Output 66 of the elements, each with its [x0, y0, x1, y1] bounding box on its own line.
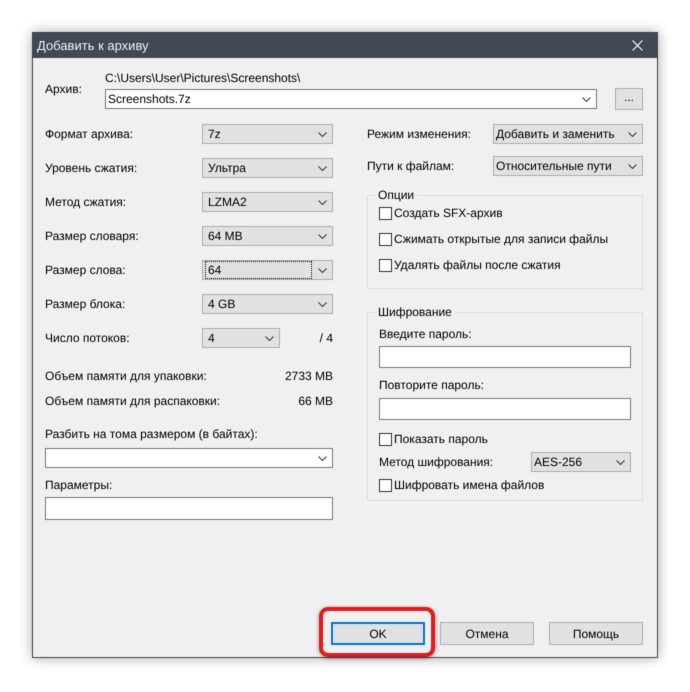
- password-field[interactable]: [379, 398, 631, 420]
- chevron-icon: [628, 132, 637, 136]
- dialog-button[interactable]: Отмена: [440, 622, 534, 645]
- chevron-icon: [265, 336, 274, 340]
- setting-label: Формат архива:: [45, 127, 134, 141]
- checkbox-option[interactable]: Показать пароль: [379, 432, 631, 446]
- chevron-icon: [318, 132, 327, 136]
- setting-label: Уровень сжатия:: [45, 161, 138, 175]
- checkbox-option[interactable]: Шифровать имена файлов: [379, 478, 631, 492]
- split-size-combo[interactable]: [45, 448, 333, 468]
- parameters-label: Параметры:: [45, 478, 114, 492]
- memory-label: Объем памяти для распаковки:: [45, 394, 220, 408]
- checkbox[interactable]: [379, 432, 392, 446]
- split-label: Разбить на тома размером (в байтах):: [45, 427, 259, 441]
- dropdown[interactable]: Ультра: [202, 158, 333, 178]
- dropdown[interactable]: 64 MB: [202, 226, 333, 246]
- chevron-icon: [318, 456, 327, 460]
- dropdown[interactable]: 64: [202, 260, 333, 280]
- setting-label: Размер словаря:: [45, 229, 140, 243]
- checkbox[interactable]: [379, 232, 392, 246]
- setting-label: Число потоков:: [45, 331, 131, 345]
- archive-name-combo[interactable]: Screenshots.7z: [105, 89, 597, 109]
- chevron-icon: [318, 234, 327, 238]
- chevron-icon: [616, 460, 625, 464]
- checkbox[interactable]: [379, 258, 392, 272]
- encryption-method-label: Метод шифрования:: [379, 455, 494, 469]
- chevron-icon: [628, 164, 637, 168]
- dropdown[interactable]: AES-256: [531, 452, 631, 472]
- browse-button[interactable]: ...: [615, 88, 643, 110]
- setting-label: Пути к файлам:: [367, 159, 456, 173]
- checkbox-option[interactable]: Сжимать открытые для записи файлы: [379, 232, 631, 246]
- setting-label: Метод сжатия:: [45, 195, 128, 209]
- setting-label: Режим изменения:: [367, 127, 472, 141]
- chevron-icon: [318, 166, 327, 170]
- setting-label: Размер слова:: [45, 263, 127, 277]
- group-title: Шифрование: [377, 305, 453, 319]
- dropdown[interactable]: Добавить и заменить: [493, 124, 643, 144]
- password-label: Введите пароль:: [379, 327, 473, 341]
- chevron-icon: [318, 302, 327, 306]
- checkbox-option[interactable]: Удалять файлы после сжатия: [379, 258, 631, 272]
- setting-label: Размер блока:: [45, 297, 126, 311]
- archive-path: C:\Users\User\Pictures\Screenshots\: [105, 71, 302, 85]
- dropdown[interactable]: 4 GB: [202, 294, 333, 314]
- chevron-icon: [582, 96, 591, 102]
- dropdown[interactable]: 4: [202, 328, 280, 348]
- parameters-field[interactable]: [45, 497, 333, 520]
- dialog-button[interactable]: Помощь: [549, 622, 643, 645]
- window-title: Добавить к архиву: [37, 38, 149, 53]
- checkbox-option[interactable]: Создать SFX-архив: [379, 206, 631, 220]
- chevron-icon: [318, 268, 327, 272]
- checkbox[interactable]: [379, 478, 392, 492]
- archive-label: Архив:: [45, 82, 83, 96]
- memory-value: 2733 MB: [284, 369, 333, 383]
- password-field[interactable]: [379, 346, 631, 368]
- repeat-password-label: Повторите пароль:: [379, 378, 486, 392]
- thread-max: / 4: [320, 331, 333, 345]
- group-title: Опции: [377, 188, 416, 202]
- dialog-button[interactable]: OK: [331, 622, 425, 645]
- dropdown[interactable]: 7z: [202, 124, 333, 144]
- checkbox[interactable]: [379, 206, 392, 220]
- close-icon: [632, 40, 642, 51]
- dropdown[interactable]: LZMA2: [202, 192, 333, 212]
- dropdown[interactable]: Относительные пути: [493, 156, 643, 176]
- memory-label: Объем памяти для упаковки:: [45, 369, 207, 383]
- chevron-icon: [318, 200, 327, 204]
- memory-value: 66 MB: [298, 394, 333, 408]
